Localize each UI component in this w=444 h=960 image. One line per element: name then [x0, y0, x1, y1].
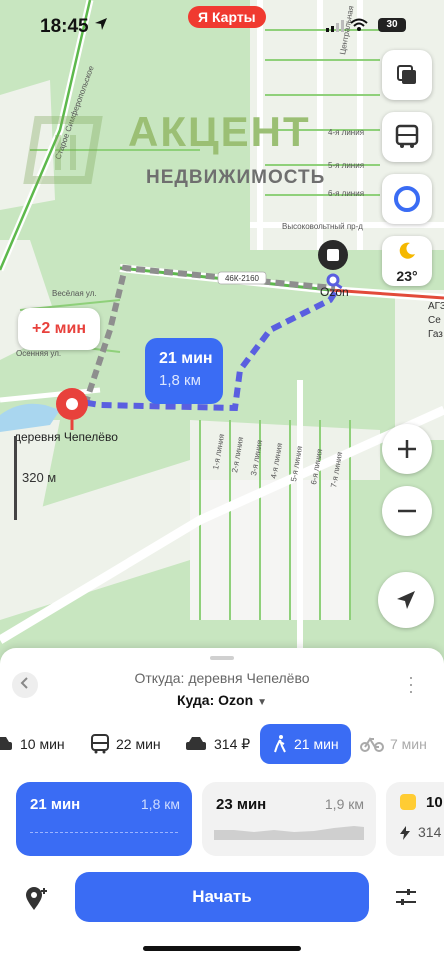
navigation-arrow-icon — [397, 591, 415, 609]
destination-label[interactable]: Ozon — [320, 285, 349, 299]
mode-taxi[interactable]: 314 ₽ — [184, 724, 250, 764]
route-card-time: 21 мин — [30, 796, 81, 813]
status-time: 18:45 — [40, 16, 89, 37]
route-cards: 21 мин 1,8 км 23 мин 1,9 км 10 314 — [0, 782, 444, 858]
plus-icon — [398, 440, 416, 458]
scale-bar — [14, 436, 17, 520]
taxi-icon — [186, 737, 206, 750]
street-label: Весёлая ул. — [52, 289, 97, 298]
route-settings-icon[interactable] — [394, 886, 418, 908]
weather-widget[interactable]: 23° — [382, 236, 432, 286]
alice-button[interactable] — [382, 174, 432, 224]
weather-temperature: 23° — [396, 268, 418, 284]
street-label: 6-я линия — [328, 189, 364, 198]
watermark-logo — [18, 110, 118, 195]
watermark-subtitle: НЕДВИЖИМОСТЬ — [146, 167, 326, 188]
route-card-selected[interactable]: 21 мин 1,8 км — [16, 782, 192, 856]
watermark-title: АКЦЕНТ — [128, 108, 311, 155]
route-card-distance: 1,9 км — [324, 796, 364, 812]
route-card-taxi[interactable]: 10 314 — [386, 782, 444, 856]
layers-icon — [397, 65, 416, 84]
lightning-icon — [400, 826, 410, 840]
chevron-down-icon: ▼ — [257, 697, 268, 708]
route-card-time: 23 мин — [216, 796, 267, 813]
home-indicator — [143, 946, 301, 951]
bike-icon — [360, 737, 384, 752]
route-card-profile — [30, 832, 178, 837]
scale-label: 320 м — [22, 470, 57, 485]
transport-button[interactable] — [382, 112, 432, 162]
start-button[interactable]: Начать — [75, 872, 369, 922]
village-label[interactable]: деревня Чепелёво — [14, 430, 118, 444]
taxi-price-top: 10 — [426, 794, 443, 811]
elevation-profile — [214, 826, 364, 840]
route-from[interactable]: Откуда: деревня Чепелёво — [0, 670, 444, 686]
street-label: 4-я линия — [328, 128, 364, 137]
taxi-price-bottom: 314 — [418, 824, 442, 840]
status-bar: 18:45 Я Карты 30 — [0, 0, 444, 50]
location-arrow-icon — [95, 18, 107, 30]
my-location-button[interactable] — [378, 572, 434, 628]
minus-icon — [398, 509, 416, 513]
zoom-out-button[interactable] — [382, 486, 432, 536]
taxi-logo-icon — [400, 794, 416, 810]
mode-car[interactable]: 10 мин — [0, 724, 65, 764]
signal-icon — [326, 20, 344, 32]
mode-transit[interactable]: 22 мин — [90, 724, 161, 764]
route-bubble-distance: 1,8 км — [159, 372, 201, 389]
moon-icon — [399, 242, 415, 259]
road-badge: 46К-2160 — [225, 274, 260, 283]
car-icon — [0, 737, 12, 750]
more-options-button[interactable]: · · · — [408, 668, 414, 700]
route-sheet: Откуда: деревня Чепелёво Куда: Ozon ▼ · · ·… — [0, 648, 444, 960]
route-card-alternative[interactable]: 23 мин 1,9 км — [202, 782, 376, 856]
sheet-actions: Начать — [0, 872, 444, 928]
sheet-handle[interactable] — [210, 656, 234, 660]
street-label: Высоковольтный пр-д — [282, 222, 363, 231]
fuel-station-label[interactable]: АГЗС Се Газ — [428, 300, 444, 342]
alt-route-bubble[interactable]: +2 мин — [18, 308, 100, 350]
route-to[interactable]: Куда: Ozon ▼ — [0, 692, 444, 708]
alice-icon — [394, 186, 420, 212]
street-label: 5-я линия — [328, 161, 364, 170]
street-label: Осенняя ул. — [16, 349, 61, 358]
route-bubble-time: 21 мин — [159, 350, 213, 367]
bus-icon — [395, 124, 419, 148]
zoom-in-button[interactable] — [382, 424, 432, 474]
transport-modes: 10 мин 22 мин 314 ₽ 21 мин 7 мин — [0, 724, 444, 766]
layers-button[interactable] — [382, 50, 432, 100]
wifi-icon — [350, 18, 368, 31]
route-bubble[interactable]: 21 мин 1,8 км — [145, 338, 223, 404]
add-waypoint-icon[interactable] — [24, 886, 50, 912]
yandex-maps-badge[interactable]: Я Карты — [188, 6, 266, 28]
battery-indicator: 30 — [378, 18, 406, 32]
walk-icon — [274, 735, 286, 753]
mode-walk[interactable]: 21 мин — [260, 724, 351, 764]
mode-bike[interactable]: 7 мин — [360, 724, 427, 764]
bus-icon — [91, 734, 109, 754]
route-card-distance: 1,8 км — [140, 796, 180, 812]
